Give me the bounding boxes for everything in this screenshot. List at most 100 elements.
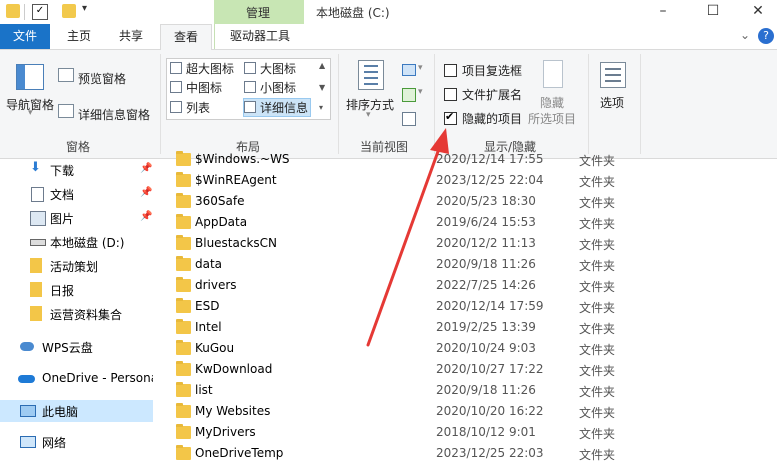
file-date: 2020/12/14 17:59 <box>436 299 544 313</box>
item-checkboxes-label[interactable]: 项目复选框 <box>462 62 522 79</box>
file-name: list <box>195 383 213 397</box>
hidden-items-checkbox[interactable] <box>444 110 457 125</box>
scroll-up-icon[interactable]: ▲ <box>319 61 325 70</box>
nav-item-folder[interactable]: 运营资料集合 <box>0 303 153 325</box>
maximize-button[interactable]: ☐ <box>690 0 736 24</box>
options-button[interactable]: 选项 <box>600 94 624 111</box>
file-name: $Windows.~WS <box>195 152 290 166</box>
file-name: drivers <box>195 278 237 292</box>
options-icon <box>600 62 626 88</box>
sort-by-dropdown-icon[interactable]: ▾ <box>366 110 371 120</box>
file-row[interactable]: list 2020/9/18 11:26 文件夹 <box>153 381 777 402</box>
add-columns-icon[interactable] <box>402 88 416 102</box>
layout-large-icons[interactable]: 大图标 <box>244 60 296 77</box>
size-columns-icon[interactable] <box>402 112 416 126</box>
medium-icons-icon <box>170 81 182 93</box>
details-view-icon <box>244 101 256 113</box>
nav-item-wps-cloud[interactable]: WPS云盘 <box>0 336 153 358</box>
layout-small-icons[interactable]: 小图标 <box>244 79 296 96</box>
layout-item-label: 中图标 <box>186 81 223 95</box>
folder-icon <box>176 445 191 460</box>
nav-item-onedrive[interactable]: OneDrive - Persona <box>0 368 158 390</box>
add-columns-dropdown-icon[interactable]: ▾ <box>418 87 423 97</box>
layout-details[interactable]: 详细信息 <box>243 98 312 117</box>
file-type: 文件夹 <box>579 301 616 315</box>
file-date: 2020/10/24 9:03 <box>436 341 536 355</box>
tab-home[interactable]: 主页 <box>56 24 102 49</box>
file-extensions-label[interactable]: 文件扩展名 <box>462 86 522 103</box>
folder-icon <box>176 298 191 313</box>
new-folder-icon[interactable] <box>62 4 76 18</box>
file-date: 2020/9/18 11:26 <box>436 257 536 271</box>
file-row[interactable]: KwDownload 2020/10/27 17:22 文件夹 <box>153 360 777 381</box>
nav-item-documents[interactable]: 文档 📌 <box>0 183 153 205</box>
file-row[interactable]: OneDriveTemp 2023/12/25 22:03 文件夹 <box>153 444 777 465</box>
file-name: AppData <box>195 215 248 229</box>
extra-large-icons-icon <box>170 62 182 74</box>
help-icon[interactable]: ? <box>758 28 774 44</box>
group-by-icon[interactable] <box>402 64 416 76</box>
file-row[interactable]: $WinREAgent 2023/12/25 22:04 文件夹 <box>153 171 777 192</box>
file-date: 2020/9/18 11:26 <box>436 383 536 397</box>
group-by-dropdown-icon[interactable]: ▾ <box>418 63 423 73</box>
nav-item-drive-d[interactable]: 本地磁盘 (D:) <box>0 231 153 253</box>
nav-item-downloads[interactable]: ⬇ 下载 📌 <box>0 159 153 181</box>
cloud-icon <box>20 342 34 351</box>
details-pane-button[interactable]: 详细信息窗格 <box>78 106 150 123</box>
file-row[interactable]: My Websites 2020/10/20 16:22 文件夹 <box>153 402 777 423</box>
nav-item-network[interactable]: 网络 <box>0 431 153 453</box>
preview-pane-button[interactable]: 预览窗格 <box>78 70 126 87</box>
file-row[interactable]: data 2020/9/18 11:26 文件夹 <box>153 255 777 276</box>
file-list: $Windows.~WS 2020/12/14 17:55 文件夹 $WinREAg… <box>153 151 777 462</box>
folder-icon <box>176 382 191 397</box>
file-row[interactable]: ESD 2020/12/14 17:59 文件夹 <box>153 297 777 318</box>
nav-item-label: OneDrive - Persona <box>42 371 159 385</box>
gallery-expand-icon[interactable]: ▾ <box>319 103 323 112</box>
item-checkboxes-checkbox[interactable] <box>444 64 457 77</box>
layout-gallery-scroll[interactable]: ▲ ▼ ▾ <box>316 58 331 120</box>
layout-list[interactable]: 列表 <box>170 99 210 116</box>
layout-extra-large-icons[interactable]: 超大图标 <box>170 60 234 77</box>
close-button[interactable]: ✕ <box>735 0 777 24</box>
nav-item-pictures[interactable]: 图片 📌 <box>0 207 153 229</box>
hide-selected-subtext[interactable]: 所选项目 <box>528 110 576 127</box>
tab-view[interactable]: 查看 <box>160 24 212 50</box>
file-row[interactable]: AppData 2019/6/24 15:53 文件夹 <box>153 213 777 234</box>
file-row[interactable]: KuGou 2020/10/24 9:03 文件夹 <box>153 339 777 360</box>
nav-item-label: 图片 <box>50 212 75 226</box>
onedrive-icon <box>18 375 35 383</box>
navigation-pane-dropdown-icon[interactable]: ▾ <box>28 108 33 118</box>
nav-item-folder[interactable]: 活动策划 <box>0 255 153 277</box>
file-type: 文件夹 <box>579 196 616 210</box>
file-row[interactable]: drivers 2022/7/25 14:26 文件夹 <box>153 276 777 297</box>
tab-share[interactable]: 共享 <box>108 24 154 49</box>
hide-selected-button[interactable]: 隐藏 <box>540 94 564 111</box>
file-type: 文件夹 <box>579 427 616 441</box>
hidden-items-label[interactable]: 隐藏的项目 <box>462 110 522 127</box>
tab-drive-tools[interactable]: 驱动器工具 <box>214 24 305 49</box>
folder-icon <box>176 319 191 334</box>
ribbon-panel: 导航窗格 ▾ 预览窗格 详细信息窗格 窗格 超大图标 大图标 中图标 小图标 列… <box>0 50 777 159</box>
pin-icon[interactable]: 📌 <box>140 163 152 174</box>
tab-file[interactable]: 文件 <box>0 24 50 49</box>
navigation-pane: ⬇ 下载 📌 文档 📌 图片 📌 本地磁盘 (D:) 活动策划 日报 运营资料集… <box>0 159 158 459</box>
nav-item-label: 文档 <box>50 188 75 202</box>
pin-icon[interactable]: 📌 <box>140 211 152 222</box>
pin-icon[interactable]: 📌 <box>140 187 152 198</box>
properties-icon[interactable]: ✓ <box>32 4 48 20</box>
file-row[interactable]: Intel 2019/2/25 13:39 文件夹 <box>153 318 777 339</box>
file-row[interactable]: 360Safe 2020/5/23 18:30 文件夹 <box>153 192 777 213</box>
minimize-button[interactable]: – <box>640 0 686 24</box>
nav-item-this-pc[interactable]: 此电脑 <box>0 400 153 422</box>
quick-access-dropdown-icon[interactable]: ▾ <box>82 3 87 14</box>
layout-medium-icons[interactable]: 中图标 <box>170 79 222 96</box>
file-row[interactable]: $Windows.~WS 2020/12/14 17:55 文件夹 <box>153 150 777 171</box>
folder-icon <box>30 258 42 273</box>
file-extensions-checkbox[interactable] <box>444 88 457 101</box>
file-row[interactable]: MyDrivers 2018/10/12 9:01 文件夹 <box>153 423 777 444</box>
nav-item-folder[interactable]: 日报 <box>0 279 153 301</box>
ribbon-expand-icon[interactable]: ⌄ <box>740 28 750 42</box>
file-name: $WinREAgent <box>195 173 277 187</box>
scroll-down-icon[interactable]: ▼ <box>319 83 325 92</box>
file-row[interactable]: BluestacksCN 2020/12/2 11:13 文件夹 <box>153 234 777 255</box>
